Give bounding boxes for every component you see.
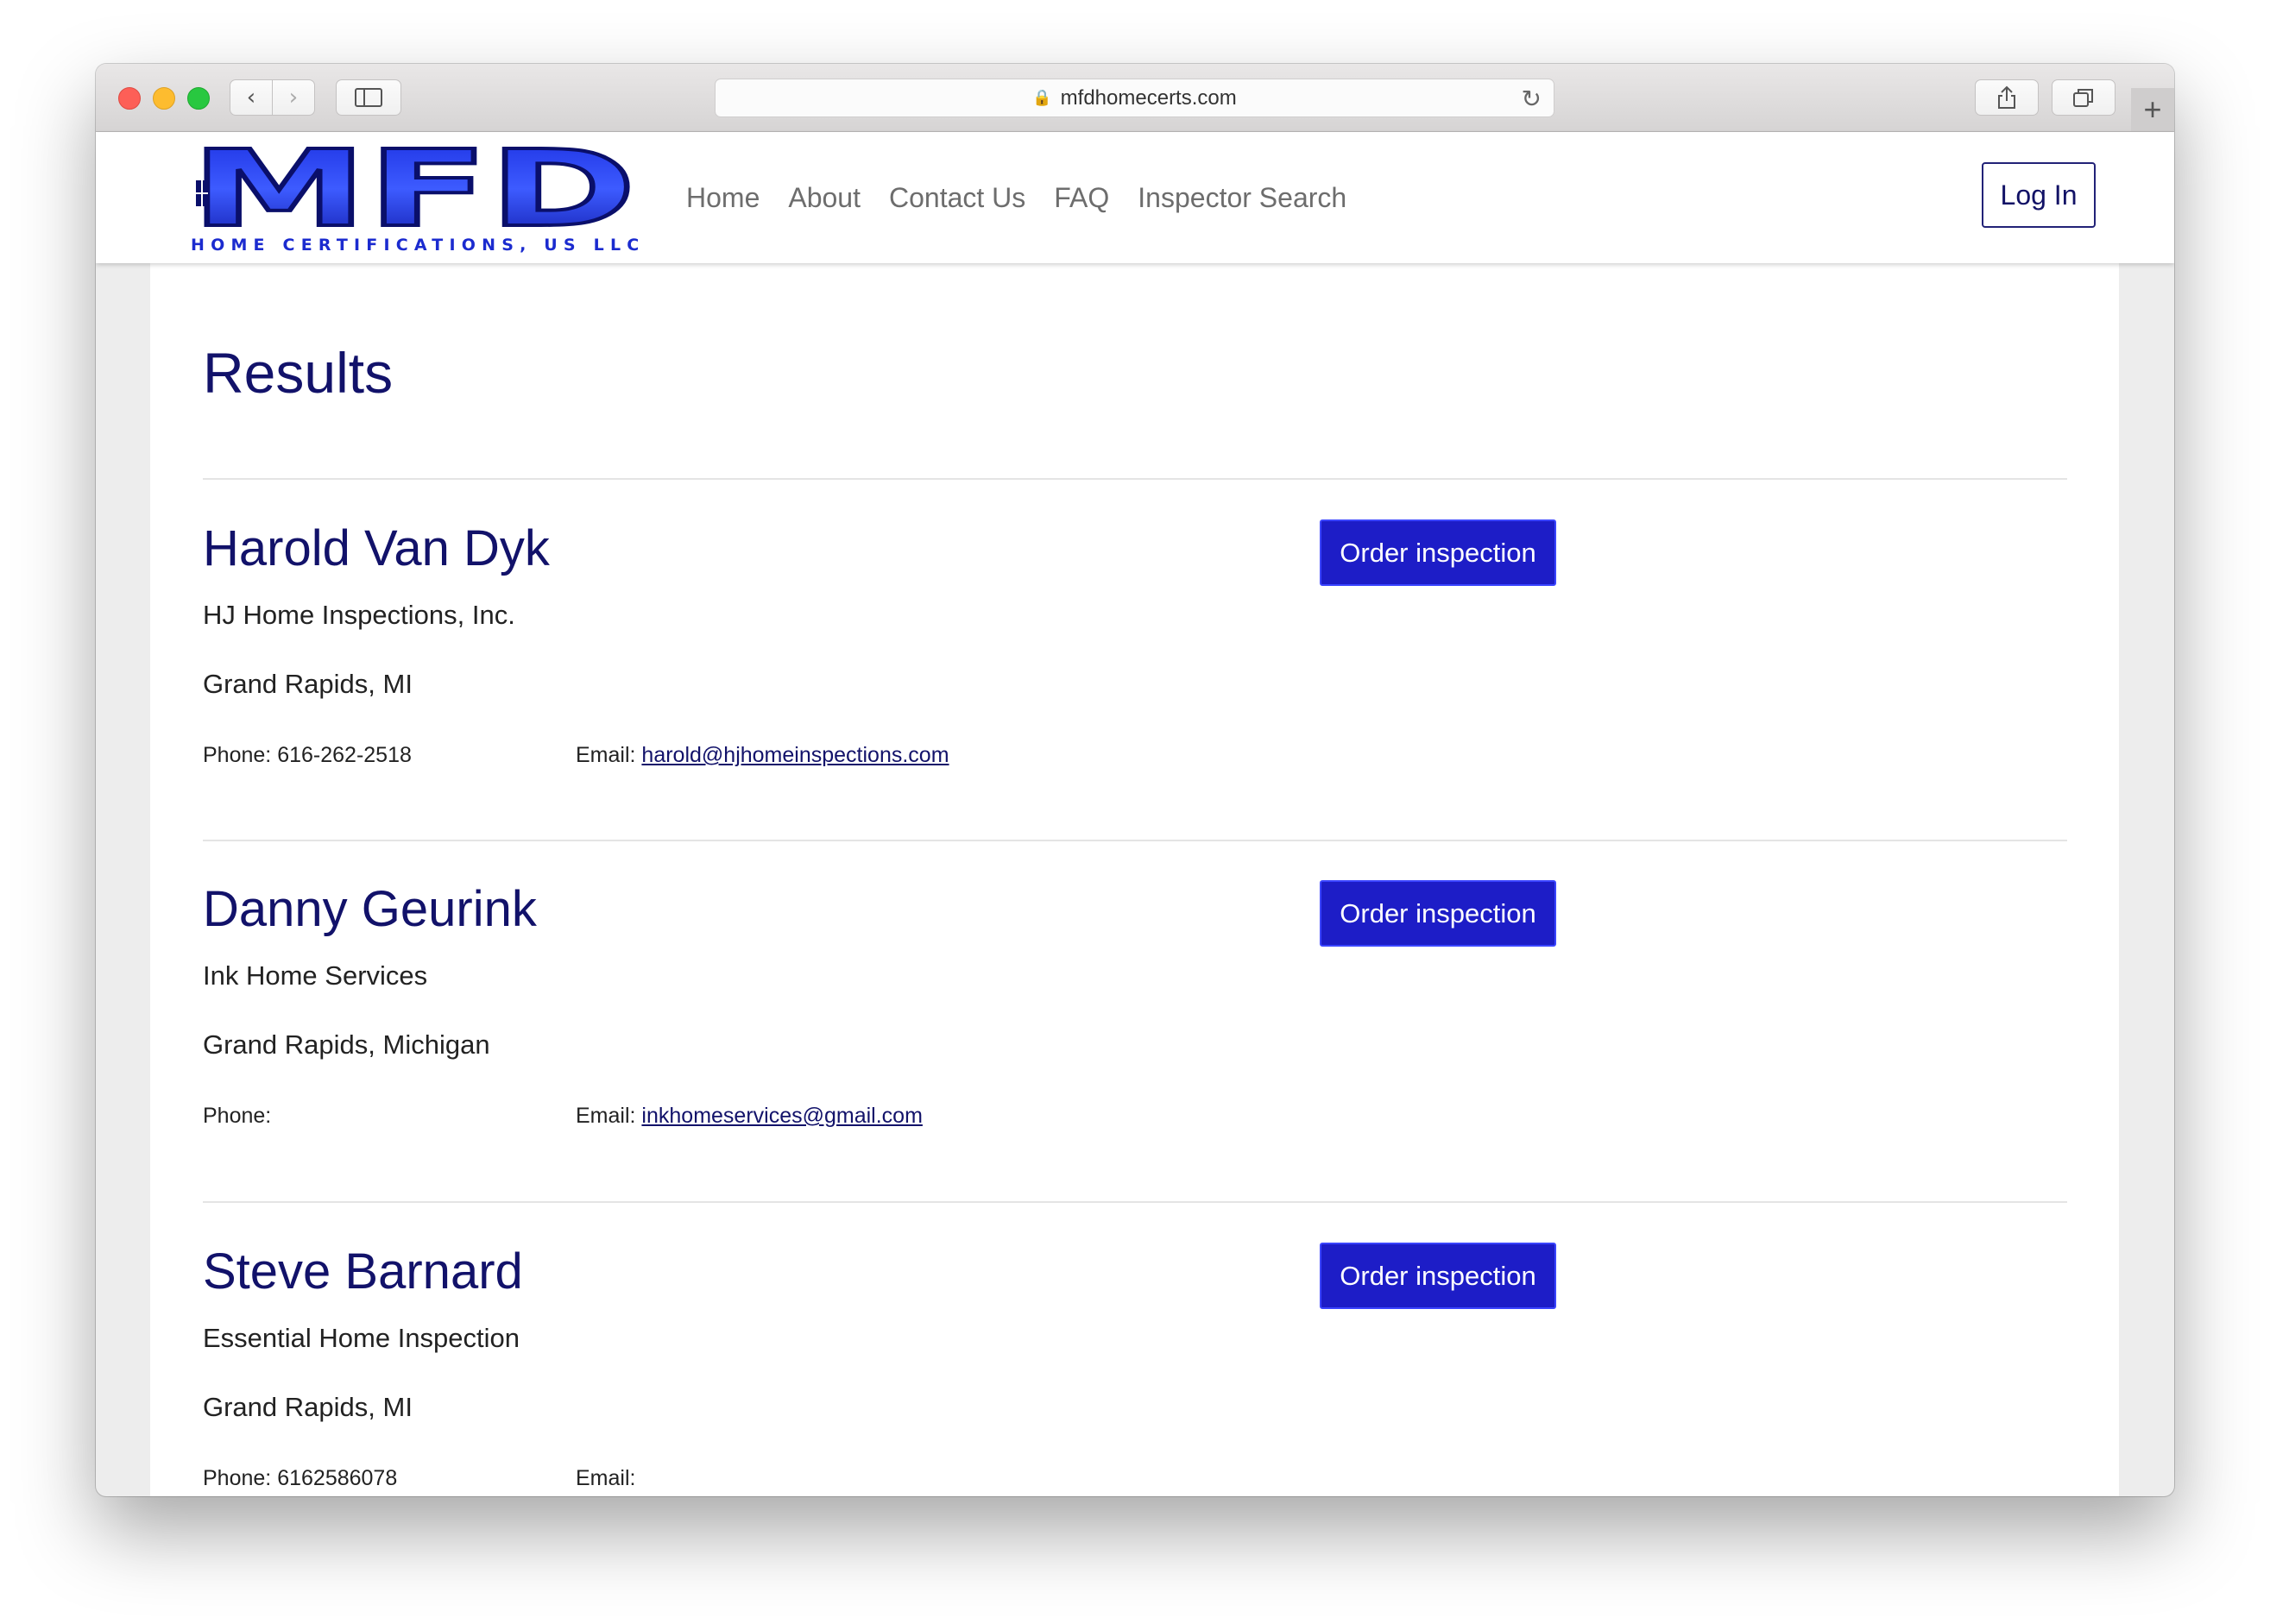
- inspector-email: Email:: [576, 1466, 635, 1491]
- phone-label: Phone:: [203, 743, 272, 767]
- share-icon: [1998, 85, 2015, 109]
- mfd-logo-mark: MFD: [189, 126, 638, 252]
- browser-window: ‹ › 🔒 mfdhomecerts.com ↻ + MFD HOME CERT…: [96, 64, 2174, 1496]
- inspector-email: Email: harold@hjhomeinspections.com: [576, 743, 949, 768]
- phone-value: 616-262-2518: [277, 743, 412, 767]
- site-logo[interactable]: MFD HOME CERTIFICATIONS, US LLC: [189, 126, 639, 255]
- phone-label: Phone:: [203, 1466, 272, 1490]
- inspector-company: Ink Home Services: [203, 960, 428, 991]
- order-inspection-button[interactable]: Order inspection: [1320, 1243, 1556, 1309]
- new-tab-button[interactable]: +: [2131, 88, 2174, 131]
- nav-about[interactable]: About: [788, 182, 861, 214]
- email-label: Email:: [576, 743, 636, 767]
- reload-icon[interactable]: ↻: [1522, 85, 1542, 113]
- phone-value: 6162586078: [277, 1466, 398, 1490]
- sidebar-toggle-button[interactable]: [336, 79, 401, 116]
- phone-label: Phone:: [203, 1104, 272, 1128]
- zoom-window-button[interactable]: [187, 87, 210, 110]
- inspector-phone: Phone:: [203, 1104, 271, 1129]
- inspector-phone: Phone: 6162586078: [203, 1466, 397, 1491]
- sidebar-icon: [355, 88, 382, 107]
- result-card: Steve Barnard Essential Home Inspection …: [203, 1243, 2067, 1496]
- email-link[interactable]: inkhomeservices@gmail.com: [641, 1104, 922, 1128]
- inspector-company: Essential Home Inspection: [203, 1323, 520, 1353]
- result-card: Harold Van Dyk HJ Home Inspections, Inc.…: [203, 519, 2067, 886]
- chevron-left-icon: ‹: [246, 85, 256, 110]
- inspector-location: Grand Rapids, MI: [203, 669, 413, 699]
- divider: [203, 840, 2067, 841]
- inspector-email: Email: inkhomeservices@gmail.com: [576, 1104, 923, 1129]
- order-inspection-button[interactable]: Order inspection: [1320, 519, 1556, 586]
- email-label: Email:: [576, 1104, 636, 1128]
- site-header: MFD HOME CERTIFICATIONS, US LLC Home Abo…: [96, 126, 2174, 263]
- divider: [203, 478, 2067, 480]
- divider: [203, 1201, 2067, 1203]
- page-title: Results: [203, 341, 394, 405]
- nav-faq[interactable]: FAQ: [1054, 182, 1109, 214]
- lock-icon: 🔒: [1032, 89, 1052, 106]
- close-window-button[interactable]: [118, 87, 141, 110]
- inspector-name: Harold Van Dyk: [203, 520, 550, 576]
- back-button[interactable]: ‹: [230, 79, 273, 116]
- main-nav: Home About Contact Us FAQ Inspector Sear…: [686, 132, 1375, 263]
- tabs-icon: [2073, 89, 2093, 107]
- login-button[interactable]: Log In: [1982, 162, 2096, 228]
- share-button[interactable]: [1975, 79, 2039, 116]
- logo-subtitle: HOME CERTIFICATIONS, US LLC: [191, 236, 646, 255]
- order-inspection-button[interactable]: Order inspection: [1320, 880, 1556, 947]
- chevron-right-icon: ›: [288, 85, 299, 110]
- inspector-location: Grand Rapids, MI: [203, 1392, 413, 1422]
- plus-icon: +: [2143, 91, 2162, 127]
- email-label: Email:: [576, 1466, 636, 1490]
- inspector-phone: Phone: 616-262-2518: [203, 743, 412, 768]
- inspector-location: Grand Rapids, Michigan: [203, 1029, 490, 1060]
- nav-home[interactable]: Home: [686, 182, 760, 214]
- browser-toolbar: ‹ › 🔒 mfdhomecerts.com ↻ +: [96, 64, 2174, 132]
- minimize-window-button[interactable]: [153, 87, 175, 110]
- tab-overview-button[interactable]: [2052, 79, 2116, 116]
- url-text: mfdhomecerts.com: [1060, 85, 1237, 110]
- nav-inspector-search[interactable]: Inspector Search: [1138, 182, 1346, 214]
- svg-text:MFD: MFD: [191, 146, 636, 232]
- forward-button[interactable]: ›: [272, 79, 315, 116]
- nav-contact-us[interactable]: Contact Us: [889, 182, 1025, 214]
- result-card: Danny Geurink Ink Home Services Grand Ra…: [203, 880, 2067, 1247]
- address-bar[interactable]: 🔒 mfdhomecerts.com ↻: [715, 79, 1554, 117]
- inspector-name: Danny Geurink: [203, 881, 537, 937]
- inspector-name: Steve Barnard: [203, 1243, 523, 1300]
- main-content: Results Harold Van Dyk HJ Home Inspectio…: [150, 263, 2119, 1496]
- email-link[interactable]: harold@hjhomeinspections.com: [641, 743, 949, 767]
- inspector-company: HJ Home Inspections, Inc.: [203, 600, 515, 630]
